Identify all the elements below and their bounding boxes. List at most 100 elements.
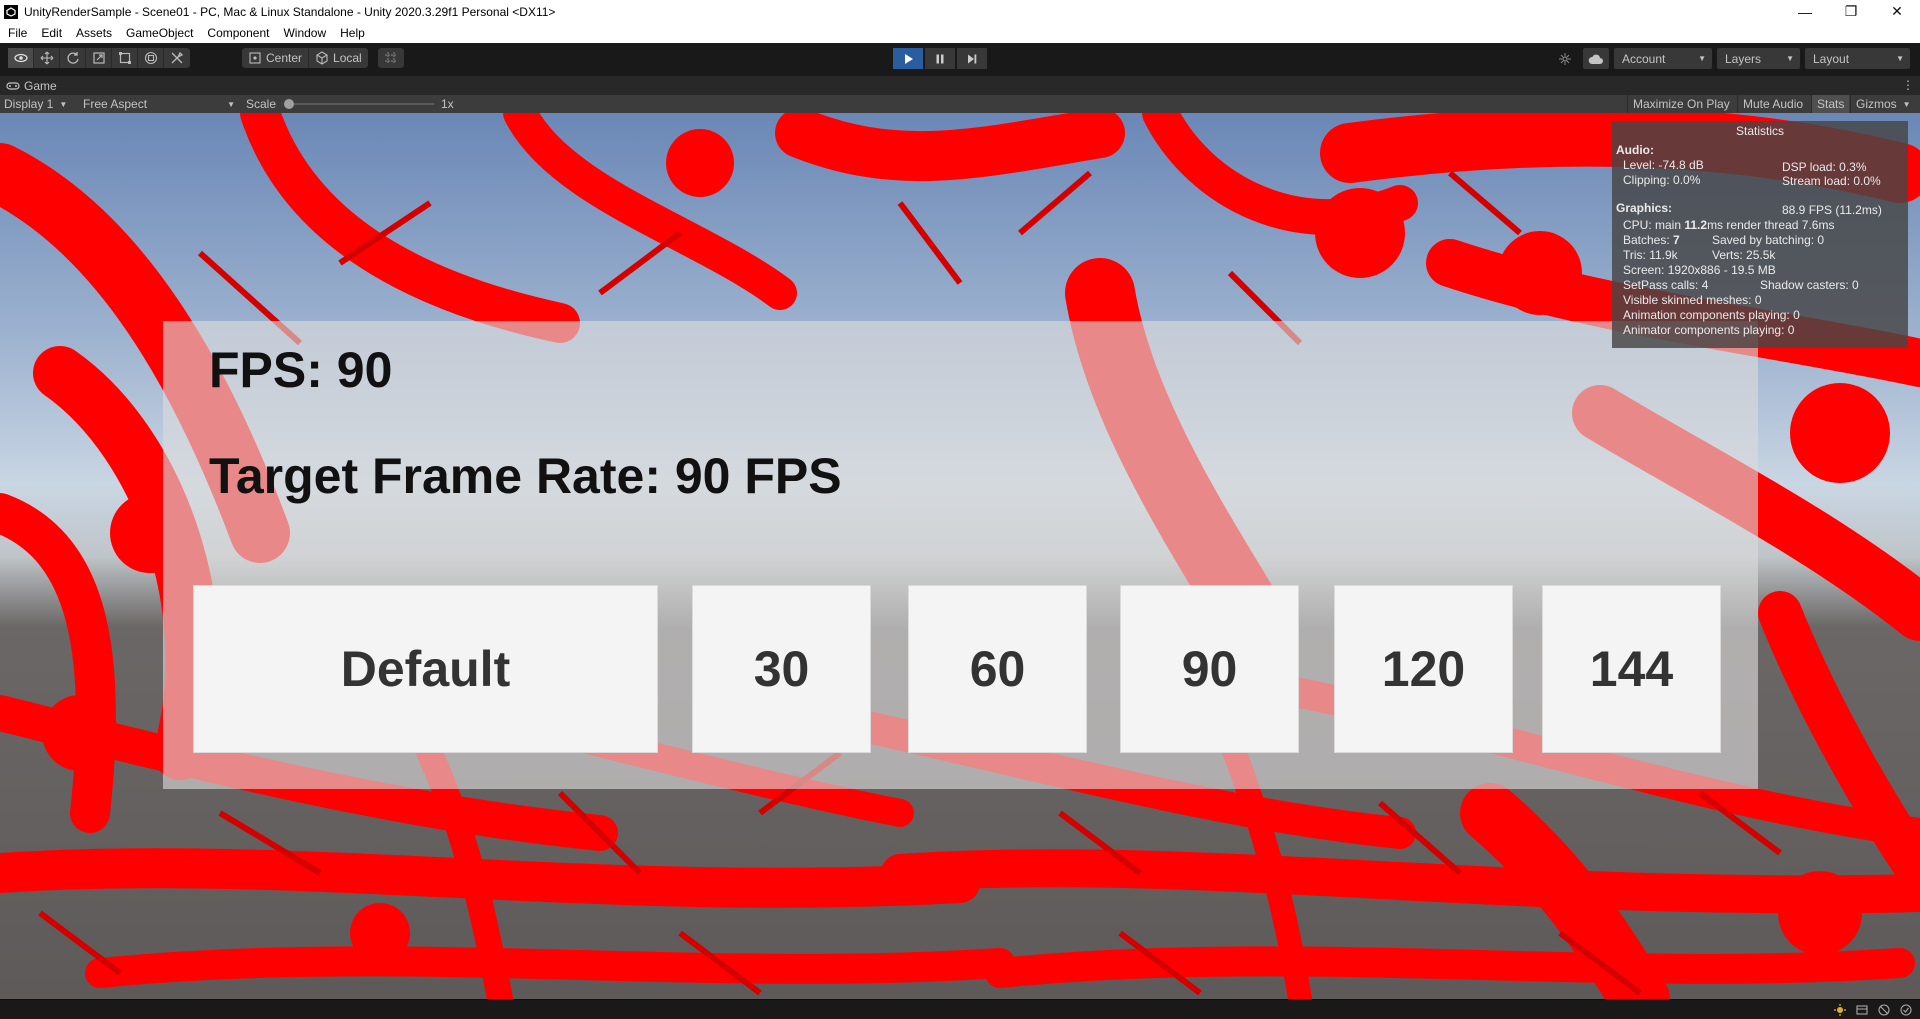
fps-text: FPS: 90 xyxy=(209,342,393,398)
layers-label: Layers xyxy=(1725,51,1762,66)
chevron-down-icon: ▼ xyxy=(1902,99,1911,109)
stats-cpu: CPU: main 11.2ms render thread 7.6ms xyxy=(1623,218,1834,232)
menu-edit[interactable]: Edit xyxy=(34,23,69,43)
menu-help[interactable]: Help xyxy=(333,23,372,43)
stats-clipping: Clipping: 0.0% xyxy=(1623,173,1701,187)
account-dropdown[interactable]: Account ▼ xyxy=(1614,48,1712,69)
stats-audio-header: Audio: xyxy=(1616,143,1654,157)
fps-60-button[interactable]: 60 xyxy=(908,585,1087,753)
stats-cpu-suffix: ms render thread 7.6ms xyxy=(1707,218,1835,232)
menu-window[interactable]: Window xyxy=(276,23,333,43)
stats-stream-load: Stream load: 0.0% xyxy=(1782,174,1881,188)
custom-tool-icon[interactable] xyxy=(164,48,190,68)
rotate-tool-icon[interactable] xyxy=(60,48,86,68)
game-view-toolbar: Display 1 ▼ Free Aspect ▼ Scale 1x Maxim… xyxy=(0,95,1920,113)
pause-icon xyxy=(936,54,944,63)
stats-shadow-casters: Shadow casters: 0 xyxy=(1760,278,1859,292)
chevron-down-icon: ▼ xyxy=(59,99,68,109)
stats-level: Level: -74.8 dB xyxy=(1623,158,1704,172)
debug-icon[interactable] xyxy=(1876,1002,1892,1018)
display-label: Display 1 xyxy=(4,97,54,111)
scale-slider-track[interactable] xyxy=(287,103,434,105)
playmode-controls xyxy=(893,48,987,69)
mute-audio-toggle[interactable]: Mute Audio xyxy=(1737,95,1808,113)
scale-tool-icon[interactable] xyxy=(86,48,112,68)
layout-label: Layout xyxy=(1813,51,1850,66)
game-viewport[interactable]: FPS: 90 Target Frame Rate: 90 FPS Defaul… xyxy=(0,113,1920,999)
stats-animator-components: Animator components playing: 0 xyxy=(1623,323,1795,337)
pivot-center-label: Center xyxy=(266,51,303,65)
stats-graphics-header: Graphics: xyxy=(1616,201,1673,215)
toolbar-right: Account ▼ Layers ▼ Layout ▼ xyxy=(1552,48,1910,69)
default-button[interactable]: Default xyxy=(193,585,658,753)
collab-icon[interactable] xyxy=(1552,48,1578,69)
rect-tool-icon[interactable] xyxy=(112,48,138,68)
maximize-button[interactable]: ❐ xyxy=(1828,0,1874,23)
pivot-toggles: Center Local xyxy=(242,48,368,68)
stats-fps: 88.9 FPS (11.2ms) xyxy=(1782,203,1882,217)
step-button[interactable] xyxy=(957,48,987,69)
fps-120-button[interactable]: 120 xyxy=(1334,585,1513,753)
stats-skinned-meshes: Visible skinned meshes: 0 xyxy=(1623,293,1762,307)
gizmos-label: Gizmos xyxy=(1856,97,1897,111)
window-titlebar: UnityRenderSample - Scene01 - PC, Mac & … xyxy=(0,0,1920,23)
frame-rate-panel: FPS: 90 Target Frame Rate: 90 FPS Defaul… xyxy=(163,321,1758,789)
view-tool-icon[interactable] xyxy=(8,48,34,68)
step-icon xyxy=(968,54,977,63)
cloud-services-icon[interactable] xyxy=(1583,48,1609,69)
fps-90-button[interactable]: 90 xyxy=(1120,585,1299,753)
minimize-button[interactable]: — xyxy=(1782,0,1828,23)
stats-cpu-main: 11.2 xyxy=(1684,218,1708,232)
aspect-dropdown[interactable]: Free Aspect ▼ xyxy=(83,95,235,113)
target-frame-rate-text: Target Frame Rate: 90 FPS xyxy=(209,448,842,504)
menu-gameobject[interactable]: GameObject xyxy=(119,23,200,43)
pivot-center-toggle[interactable]: Center xyxy=(242,48,310,68)
chevron-down-icon: ▼ xyxy=(1896,54,1904,63)
stats-toggle[interactable]: Stats xyxy=(1811,95,1850,113)
transform-tool-icon[interactable] xyxy=(138,48,164,68)
gizmos-toggle[interactable]: Gizmos ▼ xyxy=(1850,95,1913,113)
pivot-local-toggle[interactable]: Local xyxy=(309,48,368,68)
stats-batches-value: 7 xyxy=(1673,233,1680,247)
snap-group xyxy=(378,48,404,68)
stats-saved-by-batching: Saved by batching: 0 xyxy=(1712,233,1825,247)
progress-check-icon[interactable] xyxy=(1898,1002,1914,1018)
transform-tools xyxy=(8,48,190,68)
menu-component[interactable]: Component xyxy=(200,23,276,43)
fps-30-button[interactable]: 30 xyxy=(692,585,871,753)
stats-batches-prefix: Batches: xyxy=(1623,233,1674,247)
stats-cpu-prefix: CPU: main xyxy=(1623,218,1685,232)
chevron-down-icon: ▼ xyxy=(227,99,235,109)
scale-label: Scale xyxy=(246,97,277,111)
tab-game-label: Game xyxy=(24,79,57,93)
tab-game[interactable]: Game xyxy=(6,76,57,96)
kebab-menu-icon[interactable]: ⋮ xyxy=(1902,78,1914,92)
play-button[interactable] xyxy=(893,48,923,69)
layout-dropdown[interactable]: Layout ▼ xyxy=(1805,48,1910,69)
stats-animation-components: Animation components playing: 0 xyxy=(1623,308,1800,322)
menu-assets[interactable]: Assets xyxy=(69,23,119,43)
display-dropdown[interactable]: Display 1 ▼ xyxy=(4,95,67,113)
close-button[interactable]: ✕ xyxy=(1874,0,1920,23)
grid-snap-icon[interactable] xyxy=(378,48,404,68)
fps-144-button[interactable]: 144 xyxy=(1542,585,1721,753)
maximize-on-play-toggle[interactable]: Maximize On Play xyxy=(1627,95,1735,113)
unity-logo-icon xyxy=(4,4,18,19)
stats-setpass: SetPass calls: 4 xyxy=(1623,278,1709,292)
menu-file[interactable]: File xyxy=(0,23,34,43)
account-label: Account xyxy=(1622,51,1666,66)
cache-server-icon[interactable] xyxy=(1854,1002,1870,1018)
stats-screen: Screen: 1920x886 - 19.5 MB xyxy=(1623,263,1776,277)
local-cube-icon xyxy=(316,51,328,65)
stats-dsp-load: DSP load: 0.3% xyxy=(1782,160,1867,174)
statistics-overlay: Statistics Audio: Level: -74.8 dB Clippi… xyxy=(1612,121,1908,348)
move-tool-icon[interactable] xyxy=(34,48,60,68)
pause-button[interactable] xyxy=(925,48,955,69)
stats-batches: Batches: 7 xyxy=(1623,233,1680,247)
scale-slider-handle[interactable] xyxy=(284,99,294,109)
game-tab-bar: Game ⋮ xyxy=(0,75,1920,95)
layers-dropdown[interactable]: Layers ▼ xyxy=(1717,48,1800,69)
chevron-down-icon: ▼ xyxy=(1786,54,1794,63)
main-toolbar: Center Local Account ▼ Layers ▼ Layout ▼ xyxy=(0,43,1920,75)
lighting-icon[interactable] xyxy=(1832,1002,1848,1018)
